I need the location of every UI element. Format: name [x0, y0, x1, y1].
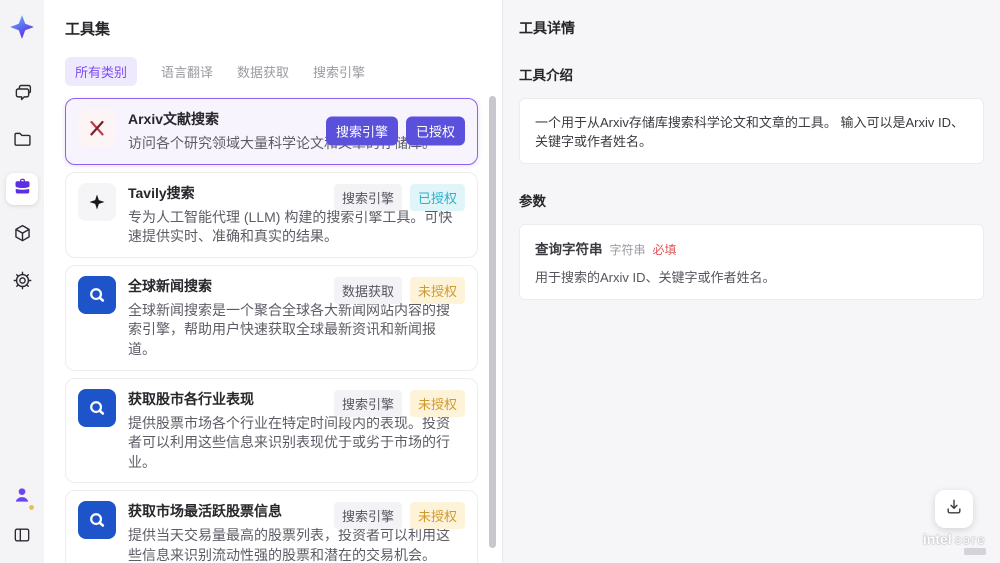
chat-icon: [12, 82, 33, 108]
stock-search-icon: [78, 501, 116, 540]
param-required-flag: 必填: [652, 243, 677, 257]
arxiv-logo-icon: [78, 109, 116, 147]
sidebar-item-packages[interactable]: [6, 220, 38, 252]
param-type: 字符串: [609, 243, 646, 257]
tool-badges: 搜索引擎 未授权: [333, 389, 465, 417]
tool-badges: 搜索引擎 已授权: [325, 116, 465, 146]
auth-status-badge: 未授权: [409, 276, 465, 304]
sidebar-item-settings[interactable]: [6, 267, 38, 299]
icon-sidebar: [0, 0, 44, 563]
auth-status-badge: 已授权: [409, 183, 465, 211]
intel-core-logo: intel core: [923, 531, 986, 547]
auth-status-badge: 已授权: [405, 116, 465, 146]
tool-card-most-active-stocks[interactable]: 获取市场最活跃股票信息 提供当天交易量最高的股票列表，投资者可以利用这些信息来识…: [65, 490, 478, 563]
intel-logo-badge: [964, 548, 986, 555]
intro-text-box: 一个用于从Arxiv存储库搜索科学论文和文章的工具。 输入可以是Arxiv ID…: [519, 98, 984, 164]
tool-card-sector-performance[interactable]: 获取股市各行业表现 提供股票市场各个行业在特定时间段内的表现。投资者可以利用这些…: [65, 377, 478, 484]
tool-card-list: Arxiv文献搜索 访问各个研究领域大量科学论文和文章的存储库。 搜索引擎 已授…: [65, 98, 478, 563]
corner-widgets: intel core: [923, 490, 986, 555]
category-badge: 搜索引擎: [333, 502, 402, 530]
tool-badges: 数据获取 未授权: [333, 276, 465, 304]
tab-translation[interactable]: 语言翻译: [161, 57, 213, 86]
sidebar-item-collapse[interactable]: [6, 521, 38, 553]
tool-card-global-news[interactable]: 全球新闻搜索 全球新闻搜索是一个聚合全球各大新闻网站内容的搜索引擎，帮助用户快速…: [65, 264, 478, 371]
status-dot: [29, 505, 34, 510]
auth-status-badge: 未授权: [409, 389, 465, 417]
param-name: 查询字符串: [535, 242, 603, 257]
download-button[interactable]: [935, 490, 974, 528]
category-badge: 搜索引擎: [325, 116, 398, 146]
category-badge: 搜索引擎: [333, 183, 402, 211]
tool-description: 专为人工智能代理 (LLM) 构建的搜索引擎工具。可快速提供实时、准确和真实的结…: [128, 208, 453, 245]
category-badge: 数据获取: [333, 276, 402, 304]
core-brand-text: core: [954, 532, 986, 547]
tavily-star-icon: [78, 182, 116, 221]
intel-brand-text: intel: [922, 531, 952, 547]
briefcase-icon: [12, 176, 33, 202]
download-icon: [944, 497, 964, 522]
param-header: 查询字符串 字符串 必填: [535, 238, 968, 258]
tool-description: 提供当天交易量最高的股票列表，投资者可以利用这些信息来识别流动性强的股票和潜在的…: [128, 527, 450, 563]
collapse-panel-icon: [12, 525, 32, 550]
gear-icon: [12, 270, 33, 296]
tool-detail-panel: 工具详情 工具介绍 一个用于从Arxiv存储库搜索科学论文和文章的工具。 输入可…: [503, 0, 1000, 563]
tool-description: 全球新闻搜索是一个聚合全球各大新闻网站内容的搜索引擎，帮助用户快速获取全球最新资…: [128, 301, 450, 357]
tab-search-engine[interactable]: 搜索引擎: [313, 57, 365, 86]
tool-badges: 搜索引擎 已授权: [333, 183, 465, 211]
params-heading: 参数: [519, 194, 546, 209]
tool-list-panel: 工具集 所有类别 语言翻译 数据获取 搜索引擎 Arxiv文献搜索 访问各个研究…: [44, 0, 503, 563]
sidebar-item-chat[interactable]: [6, 79, 38, 111]
tab-data-fetch[interactable]: 数据获取: [237, 57, 289, 86]
tab-all-categories[interactable]: 所有类别: [65, 57, 138, 86]
news-search-icon: [78, 275, 116, 314]
auth-status-badge: 未授权: [409, 502, 465, 530]
param-box: 查询字符串 字符串 必填 用于搜索的Arxiv ID、关键字或作者姓名。: [519, 224, 984, 300]
param-description: 用于搜索的Arxiv ID、关键字或作者姓名。: [535, 270, 776, 285]
list-scrollbar-thumb[interactable]: [489, 96, 496, 548]
sidebar-item-profile[interactable]: [6, 481, 38, 513]
folder-icon: [12, 129, 33, 155]
detail-title: 工具详情: [519, 20, 575, 36]
tool-card-arxiv[interactable]: Arxiv文献搜索 访问各个研究领域大量科学论文和文章的存储库。 搜索引擎 已授…: [65, 98, 478, 165]
tool-description: 提供股票市场各个行业在特定时间段内的表现。投资者可以利用这些信息来识别表现优于或…: [128, 414, 450, 470]
cube-icon: [12, 223, 33, 249]
app-logo-star-icon: [9, 14, 35, 45]
category-tabs: 所有类别 语言翻译 数据获取 搜索引擎: [65, 57, 502, 86]
intro-heading: 工具介绍: [519, 68, 573, 83]
page-title: 工具集: [65, 21, 111, 38]
tool-badges: 搜索引擎 未授权: [333, 502, 465, 530]
sidebar-bottom: [6, 481, 38, 553]
sidebar-item-toolbox[interactable]: [6, 173, 38, 205]
sidebar-item-files[interactable]: [6, 126, 38, 158]
stock-search-icon: [78, 388, 116, 427]
tool-card-tavily[interactable]: Tavily搜索 专为人工智能代理 (LLM) 构建的搜索引擎工具。可快速提供实…: [65, 171, 478, 258]
app-window: 工具集 所有类别 语言翻译 数据获取 搜索引擎 Arxiv文献搜索 访问各个研究…: [0, 0, 1000, 563]
category-badge: 搜索引擎: [333, 389, 402, 417]
